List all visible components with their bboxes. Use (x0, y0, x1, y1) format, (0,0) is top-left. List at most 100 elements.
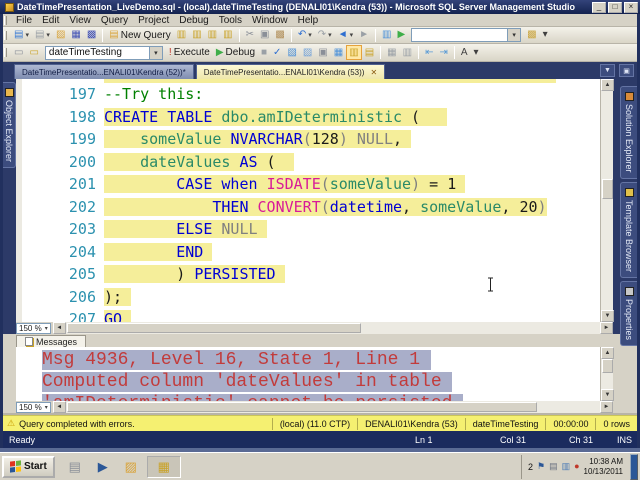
navigate-backward-icon[interactable]: ◄ ▾ (335, 28, 356, 43)
scroll-down-icon[interactable]: ▼ (601, 310, 614, 322)
minimize-button[interactable]: _ (592, 1, 606, 13)
stop-icon[interactable]: ■ (258, 45, 270, 60)
messages-scroll-thumb[interactable] (602, 359, 613, 373)
menu-debug[interactable]: Debug (174, 15, 213, 26)
menu-project[interactable]: Project (133, 15, 174, 26)
analysis-services-dmx-query-icon[interactable]: ▥ (205, 28, 220, 43)
editor-scroll-thumb[interactable] (602, 179, 613, 199)
editor-zoom-control[interactable]: 150 % ▾ (16, 322, 51, 334)
menu-view[interactable]: View (64, 15, 96, 26)
side-tab-template-browser[interactable]: Template Browser (620, 181, 637, 278)
menu-file[interactable]: File (11, 15, 37, 26)
copy-icon[interactable]: ▣ (257, 28, 272, 43)
close-button[interactable]: × (624, 1, 638, 13)
editor-hscroll-thumb[interactable] (66, 323, 361, 333)
sqlcmd-mode-icon[interactable]: A (458, 45, 471, 60)
results-to-file-icon[interactable]: ▥ (400, 45, 415, 60)
messages-zoom-control[interactable]: 150 % ▾ (16, 401, 51, 413)
change-connection-icon[interactable]: ▭ (26, 45, 41, 60)
scroll-right-icon[interactable]: ► (600, 401, 613, 413)
editor-hscroll-track[interactable] (65, 322, 600, 334)
search-combo[interactable]: ▾ (411, 28, 522, 42)
menu-window[interactable]: Window (247, 15, 293, 26)
side-tab-properties[interactable]: Properties (620, 280, 637, 346)
overflow-chevron-icon[interactable]: ▾ (471, 45, 482, 60)
powershell-shortcut[interactable]: ▶ (91, 456, 115, 478)
debug-button[interactable]: ▶ Debug (213, 45, 258, 60)
doc-tab-1[interactable]: DateTimePresentatio...ENALI01\Kendra (52… (14, 64, 194, 79)
ssms-taskbar-button[interactable]: ▦ (146, 455, 181, 478)
paste-icon[interactable]: ▩ (272, 28, 287, 43)
redo-icon-glyph: ↷ (317, 29, 327, 40)
toolbar-options-icon[interactable]: ▾ (540, 28, 551, 43)
side-tab-solution-explorer[interactable]: Solution Explorer (620, 86, 637, 179)
chevron-down-icon[interactable]: ▾ (507, 29, 521, 41)
network-icon[interactable]: ▥ (562, 461, 571, 472)
save-all-icon[interactable]: ▩ (84, 28, 99, 43)
float-window-icon[interactable]: ▣ (619, 64, 634, 77)
navigate-forward-icon[interactable]: ► (356, 28, 372, 43)
messages-hscroll-thumb[interactable] (66, 402, 537, 412)
analysis-services-mdx-query-icon[interactable]: ▥ (189, 28, 204, 43)
results-to-text-icon[interactable]: ▤ (362, 45, 377, 60)
new-file-icon[interactable]: ▤ ▾ (11, 28, 32, 43)
cut-icon[interactable]: ✂ (243, 28, 257, 43)
folder-shortcut[interactable]: ▨ (119, 456, 143, 478)
save-icon[interactable]: ▦ (68, 28, 83, 43)
specify-template-parameters-icon[interactable]: ▣ (315, 45, 330, 60)
menu-tools[interactable]: Tools (214, 15, 247, 26)
tab-list-dropdown-icon[interactable]: ▼ (600, 64, 615, 77)
undo-icon[interactable]: ↶ ▾ (295, 28, 315, 43)
include-client-statistics-icon[interactable]: ▥ (346, 45, 362, 60)
chevron-down-icon[interactable]: ▾ (148, 46, 162, 59)
available-databases-combo[interactable]: dateTimeTesting ▾ (44, 45, 163, 60)
editor-zoom-value: 150 % (19, 323, 42, 333)
messages-pane[interactable]: Msg 4936, Level 16, State 1, Line 1 Comp… (16, 347, 600, 401)
editor-vertical-scrollbar[interactable]: ▲ ▼ (600, 79, 614, 322)
messages-vertical-scrollbar[interactable]: ▲ ▼ (600, 347, 614, 401)
parse-icon[interactable]: ✓ (270, 45, 284, 60)
query-designer-icon[interactable]: ▨ (300, 45, 315, 60)
redo-icon[interactable]: ↷ ▾ (315, 28, 335, 43)
scroll-left-icon[interactable]: ◄ (52, 401, 66, 413)
scroll-up-icon[interactable]: ▲ (601, 79, 614, 91)
side-tab-object-explorer[interactable]: Object Explorer (3, 82, 16, 169)
activity-monitor-icon[interactable]: ▥ (379, 28, 394, 43)
analysis-services-xmla-query-icon[interactable]: ▥ (220, 28, 235, 43)
results-to-grid-icon[interactable]: ▦ (384, 45, 399, 60)
doc-tab-2[interactable]: DateTimePresentatio...ENALI01\Kendra (53… (195, 64, 386, 79)
start-debugging-icon[interactable]: ▶ (394, 28, 408, 43)
messages-hscroll-row: 150 % ▾ ◄ ► (16, 401, 613, 413)
execute-button[interactable]: ! Execute (166, 45, 213, 60)
database-engine-query-icon[interactable]: ▥ (174, 28, 189, 43)
volume-icon[interactable]: ● (574, 461, 579, 472)
new-query-button[interactable]: ▤ New Query (106, 28, 173, 43)
restore-button[interactable]: □ (608, 1, 622, 13)
printer-shortcut[interactable]: ▤ (63, 456, 87, 478)
document-icon[interactable]: ▤ (549, 461, 558, 472)
scroll-right-icon[interactable]: ► (600, 322, 613, 334)
code-segment: PERSISTED (194, 265, 276, 283)
tab-messages[interactable]: Messages (16, 335, 87, 347)
new-project-icon[interactable]: ▤ ▾ (32, 28, 53, 43)
decrease-indent-icon[interactable]: ⇤ (422, 45, 436, 60)
messages-hscroll-track[interactable] (65, 401, 600, 413)
increase-indent-icon[interactable]: ⇥ (436, 45, 450, 60)
help-icon[interactable]: ▩ (524, 28, 539, 43)
include-actual-plan-icon[interactable]: ▦ (331, 45, 346, 60)
scroll-left-icon[interactable]: ◄ (52, 322, 66, 334)
toolbar-options-icon-glyph: ▾ (542, 29, 548, 40)
menu-query[interactable]: Query (96, 15, 133, 26)
flag-icon[interactable]: ⚑ (537, 461, 545, 472)
sql-code-editor[interactable]: 197 198 199 200 201 202 203 204 205 206 207 --Try … (16, 79, 600, 322)
menu-help[interactable]: Help (293, 15, 324, 26)
start-button[interactable]: Start (2, 455, 55, 478)
close-icon[interactable]: ✕ (370, 68, 377, 77)
show-desktop-icon[interactable] (630, 453, 638, 480)
display-estimated-plan-icon[interactable]: ▧ (284, 45, 299, 60)
scroll-up-icon[interactable]: ▲ (601, 347, 614, 359)
open-file-icon[interactable]: ▨ (53, 28, 68, 43)
connect-icon[interactable]: ▭ (11, 45, 26, 60)
scroll-down-icon[interactable]: ▼ (601, 389, 614, 401)
menu-edit[interactable]: Edit (37, 15, 64, 26)
